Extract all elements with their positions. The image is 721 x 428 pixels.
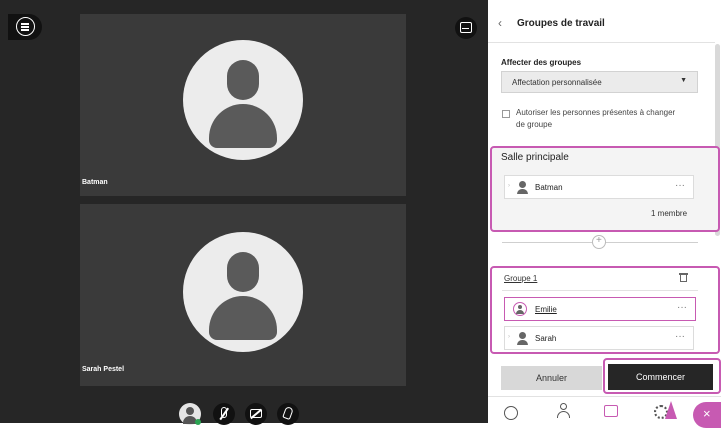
caret-down-icon: ▼	[680, 77, 687, 84]
plus-icon: +	[596, 235, 602, 246]
start-button[interactable]: Commencer	[608, 364, 713, 390]
main-room-member-row[interactable]: › Batman ···	[504, 175, 694, 199]
participants-icon[interactable]	[556, 403, 572, 421]
my-avatar-button[interactable]	[179, 403, 201, 425]
start-label: Commencer	[635, 372, 685, 382]
divider	[488, 396, 721, 397]
menu-button[interactable]	[8, 14, 42, 40]
group-member-row[interactable]: › Sarah ···	[504, 326, 694, 350]
layout-button[interactable]	[455, 17, 477, 39]
member-name: Sarah	[535, 334, 557, 343]
close-panel-button[interactable]: ×	[693, 402, 721, 428]
group-member-row[interactable]: Emilie ···	[504, 297, 696, 321]
video-stage: Batman Sarah Pestel	[0, 0, 488, 425]
microphone-button[interactable]	[213, 403, 235, 425]
participant-name: Batman	[82, 179, 108, 186]
cancel-button[interactable]: Annuler	[501, 366, 602, 390]
drag-handle-icon: ›	[508, 183, 510, 189]
drag-handle-icon: ›	[508, 334, 510, 340]
layout-icon	[460, 22, 472, 33]
user-icon	[519, 181, 526, 188]
allow-switch-label: Autoriser les personnes présentes à chan…	[516, 108, 676, 129]
back-button[interactable]: ‹	[498, 16, 502, 30]
video-tile[interactable]: Sarah Pestel	[80, 204, 406, 386]
chevron-left-icon: ‹	[498, 16, 502, 30]
menu-icon	[16, 17, 35, 36]
cancel-label: Annuler	[535, 373, 568, 383]
chat-icon[interactable]	[504, 406, 518, 420]
user-icon	[519, 332, 526, 339]
add-group-button[interactable]: +	[592, 235, 606, 249]
breakout-groups-panel: ‹ Groupes de travail Affecter des groupe…	[488, 0, 721, 428]
raise-hand-button[interactable]	[277, 403, 299, 425]
raise-hand-icon	[282, 405, 294, 421]
member-name: Batman	[535, 183, 563, 192]
camera-button[interactable]	[245, 403, 267, 425]
member-name: Emilie	[535, 305, 557, 314]
avatar	[183, 40, 303, 160]
video-tile[interactable]: Batman	[80, 14, 406, 196]
assign-groups-value: Affectation personnalisée	[512, 78, 602, 87]
divider	[502, 290, 698, 291]
trash-icon[interactable]	[679, 272, 688, 282]
panel-title: Groupes de travail	[517, 18, 605, 29]
more-icon[interactable]: ···	[677, 302, 687, 313]
more-icon[interactable]: ···	[675, 180, 685, 191]
participant-name: Sarah Pestel	[82, 366, 125, 373]
main-room-title: Salle principale	[501, 152, 569, 163]
cursor-arrow-icon	[665, 401, 677, 419]
assign-groups-select[interactable]: Affectation personnalisée ▼	[501, 71, 698, 93]
assign-groups-label: Affecter des groupes	[501, 58, 582, 67]
divider	[488, 42, 715, 43]
group-1-title[interactable]: Groupe 1	[504, 274, 537, 283]
user-icon	[186, 407, 194, 415]
share-icon[interactable]	[604, 405, 618, 417]
allow-switch-checkbox[interactable]	[502, 110, 510, 118]
avatar	[183, 232, 303, 352]
member-count: 1 membre	[651, 209, 688, 218]
close-icon: ×	[703, 406, 711, 421]
more-icon[interactable]: ···	[675, 331, 685, 342]
